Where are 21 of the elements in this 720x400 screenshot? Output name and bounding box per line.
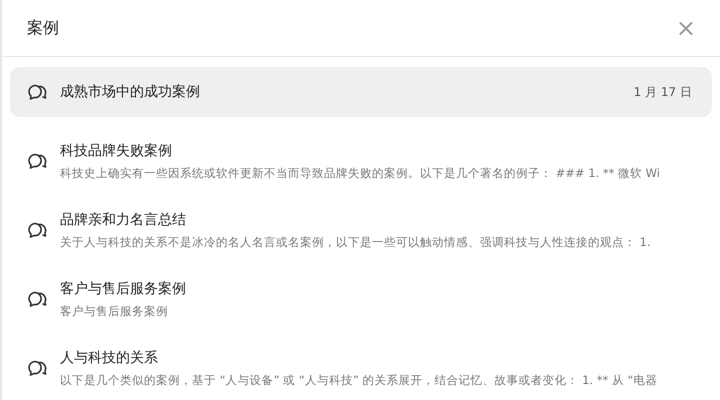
chat-date: 1 月 17 日 (634, 84, 692, 100)
chat-list-item[interactable]: 人与科技的关系 以下是几个类似的案例，基于 “人与设备” 或 “人与科技” 的关系展开，结合记忆、故事或者变化： 1. ** 从 “电器 (10, 343, 712, 393)
chat-bubbles-icon (28, 151, 48, 171)
chat-bubbles-icon (28, 358, 48, 378)
chat-bubbles-icon (28, 82, 48, 102)
chat-list-item[interactable]: 科技品牌失败案例 科技史上确实有一些因系统或软件更新不当而导致品牌失败的案例。以下是几个著名的例子： ### 1. ** 微软 Wi (10, 136, 712, 186)
chat-title: 成熟市场中的成功案例 (60, 83, 200, 101)
chat-snippet: 客户与售后服务案例 (60, 304, 169, 318)
chat-title: 科技品牌失败案例 (60, 142, 172, 160)
chat-list-item[interactable]: 客户与售后服务案例 客户与售后服务案例 (10, 274, 712, 324)
chat-title: 人与科技的关系 (60, 348, 158, 366)
chat-title: 客户与售后服务案例 (60, 280, 186, 298)
dialog-title: 案例 (27, 18, 59, 38)
chat-snippet: 科技史上确实有一些因系统或软件更新不当而导致品牌失败的案例。以下是几个著名的例子： ### 1. ** 微软 Wi (60, 166, 661, 180)
chat-snippet: 以下是几个类似的案例，基于 “人与设备” 或 “人与科技” 的关系展开，结合记忆、故事或者变化： 1. ** 从 “电器 (60, 372, 659, 388)
chat-bubbles-icon (28, 289, 48, 309)
chat-snippet: 关于人与科技的关系不是冰冷的名人名言或名案例，以下是一些可以触动情感、强调科技与人性连接的观点： 1. (60, 234, 652, 250)
chat-list-item[interactable]: 品牌亲和力名言总结 关于人与科技的关系不是冰冷的名人名言或名案例，以下是一些可以触动情感、强调科技与人性连接的观点： 1. (10, 205, 712, 255)
chat-list-item[interactable]: 成熟市场中的成功案例 1 月 17 日 (10, 67, 712, 117)
chat-title: 品牌亲和力名言总结 (60, 210, 186, 228)
chat-bubbles-icon (28, 220, 48, 240)
